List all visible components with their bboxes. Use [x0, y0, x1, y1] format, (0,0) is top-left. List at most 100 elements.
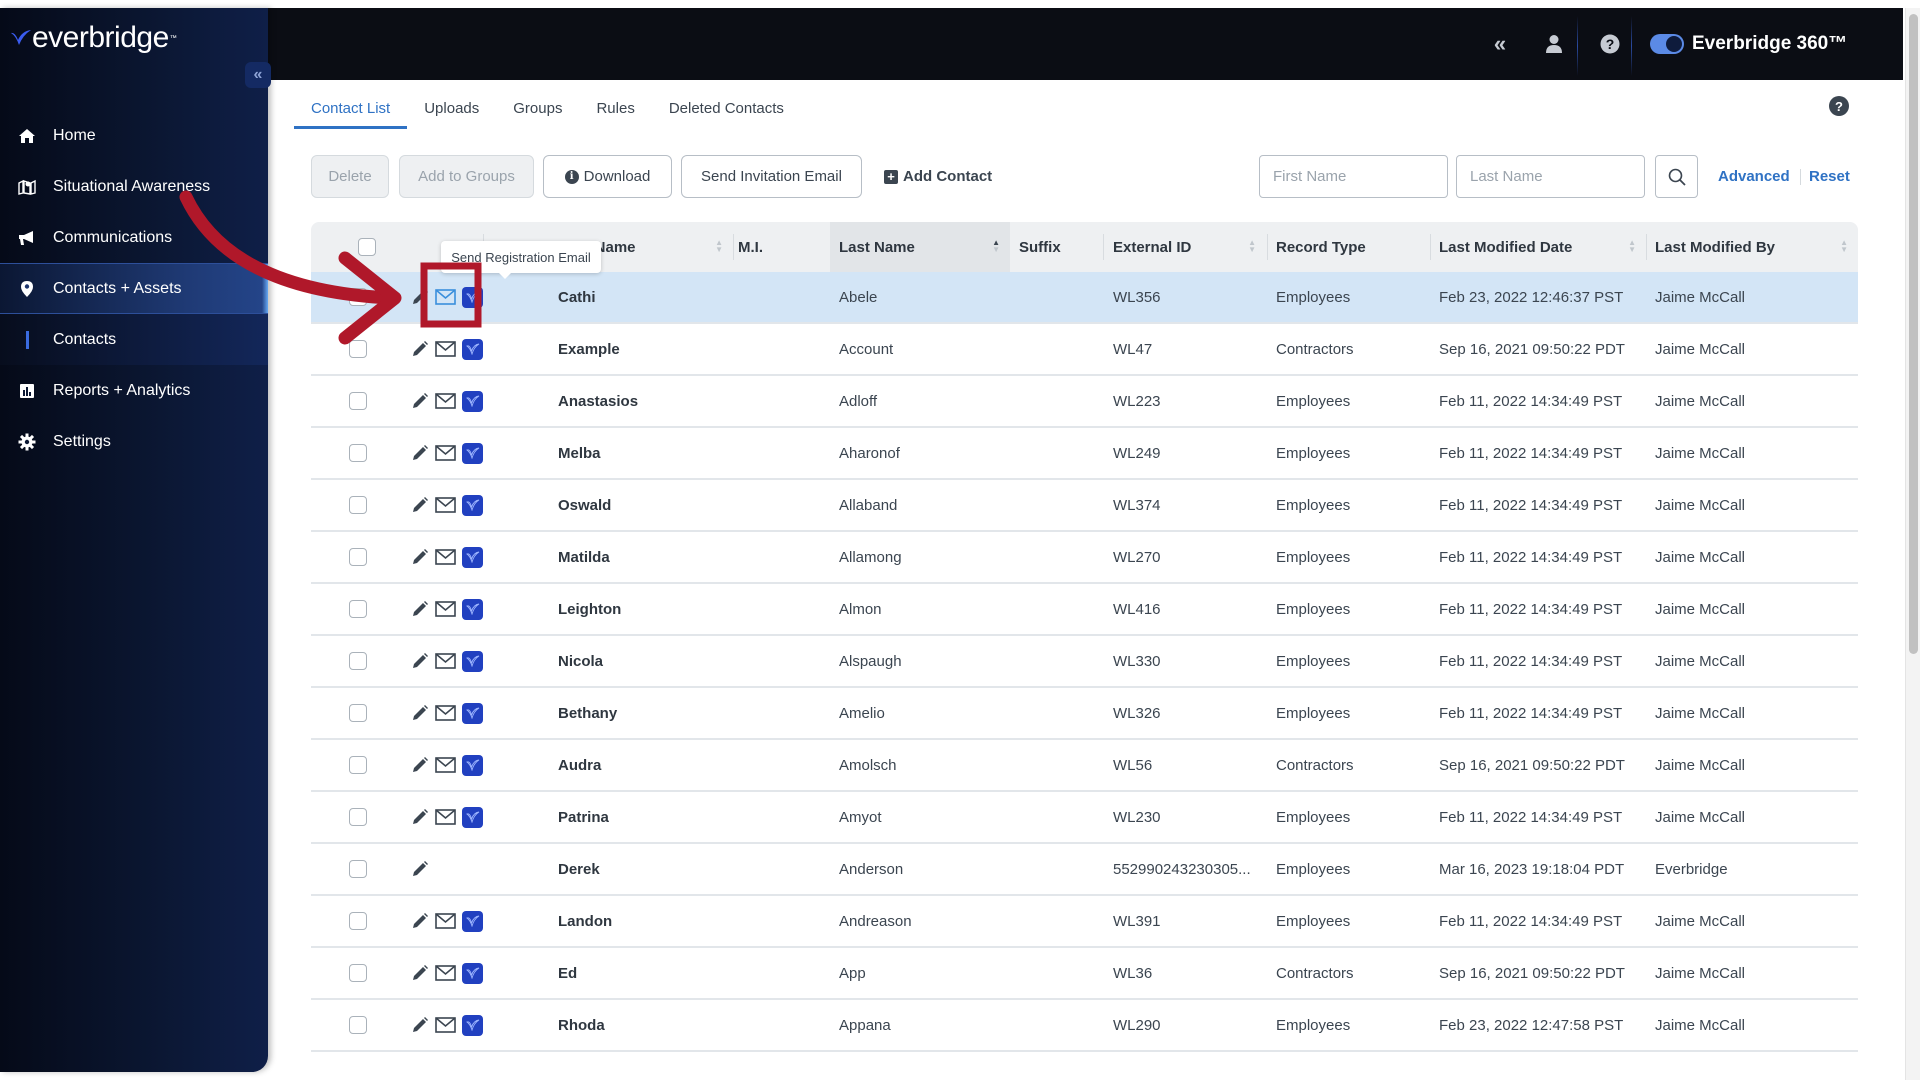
mail-icon[interactable]	[435, 341, 456, 357]
table-row[interactable]: Bethany Amelio WL326 Employees Feb 11, 2022 …	[311, 688, 1858, 740]
scrollbar-thumb[interactable]	[1909, 14, 1918, 654]
everbridge-logo[interactable]: everbridge ™	[10, 18, 177, 58]
table-row[interactable]: Nicola Alspaugh WL330 Employees Feb 11, 2022…	[311, 636, 1858, 688]
everbridge-app-icon[interactable]	[462, 494, 483, 516]
pencil-icon[interactable]	[411, 704, 429, 722]
column-header-record-type[interactable]: Record Type	[1267, 222, 1429, 272]
sidebar-item-settings[interactable]: Settings	[0, 416, 268, 467]
mail-icon[interactable]	[435, 653, 456, 669]
table-row[interactable]: Matilda Allamong WL270 Employees Feb 11, 202…	[311, 532, 1858, 584]
tab-groups[interactable]: Groups	[496, 94, 579, 129]
first-name-cell[interactable]: Matilda	[558, 532, 610, 582]
everbridge-app-icon[interactable]	[462, 546, 483, 568]
sidebar-item-contacts-assets[interactable]: Contacts + Assets	[0, 263, 268, 314]
row-checkbox[interactable]	[349, 1016, 367, 1034]
mail-icon[interactable]	[435, 393, 456, 409]
pencil-icon[interactable]	[411, 392, 429, 410]
pencil-icon[interactable]	[411, 1016, 429, 1034]
row-checkbox[interactable]	[349, 912, 367, 930]
tab-deleted-contacts[interactable]: Deleted Contacts	[652, 94, 801, 129]
first-name-cell[interactable]: Patrina	[558, 792, 609, 842]
row-checkbox[interactable]	[349, 288, 367, 306]
everbridge-app-icon[interactable]	[462, 702, 483, 724]
toggle-switch[interactable]	[1650, 34, 1684, 54]
everbridge-360-toggle[interactable]: Everbridge 360™	[1650, 8, 1910, 80]
first-name-cell[interactable]: Oswald	[558, 480, 611, 530]
row-checkbox[interactable]	[349, 496, 367, 514]
everbridge-app-icon[interactable]	[462, 806, 483, 828]
last-name-input[interactable]	[1456, 155, 1645, 198]
page-help-icon[interactable]: ?	[1829, 96, 1849, 116]
row-checkbox[interactable]	[349, 652, 367, 670]
pencil-icon[interactable]	[411, 600, 429, 618]
pencil-icon[interactable]	[411, 496, 429, 514]
download-button[interactable]: i Download	[543, 155, 672, 198]
table-row[interactable]: Rhoda Appana WL290 Employees Feb 23, 2022 12…	[311, 1000, 1858, 1052]
pencil-icon[interactable]	[411, 652, 429, 670]
send-invitation-email-button[interactable]: Send Invitation Email	[681, 155, 862, 198]
row-checkbox[interactable]	[349, 444, 367, 462]
add-contact-button[interactable]: + Add Contact	[884, 155, 992, 198]
table-row[interactable]: Landon Andreason WL391 Employees Feb 11, 202…	[311, 896, 1858, 948]
pencil-icon[interactable]	[411, 860, 429, 878]
row-checkbox[interactable]	[349, 964, 367, 982]
pencil-icon[interactable]	[411, 444, 429, 462]
table-row[interactable]: Derek Anderson 552990243230305... Employees…	[311, 844, 1858, 896]
row-checkbox[interactable]	[349, 756, 367, 774]
pencil-icon[interactable]	[411, 912, 429, 930]
row-checkbox[interactable]	[349, 392, 367, 410]
mail-icon[interactable]	[435, 497, 456, 513]
reset-link[interactable]: Reset	[1809, 155, 1850, 198]
pencil-icon[interactable]	[411, 548, 429, 566]
everbridge-app-icon[interactable]	[462, 338, 483, 360]
first-name-cell[interactable]: Anastasios	[558, 376, 638, 426]
everbridge-app-icon[interactable]	[462, 754, 483, 776]
first-name-input[interactable]	[1259, 155, 1448, 198]
page-scrollbar[interactable]	[1905, 8, 1920, 1080]
column-header-last-modified-by[interactable]: Last Modified By ▲ ▼	[1646, 222, 1858, 272]
everbridge-app-icon[interactable]	[462, 1014, 483, 1036]
table-row[interactable]: Melba Aharonof WL249 Employees Feb 11, 2022 …	[311, 428, 1858, 480]
first-name-cell[interactable]: Audra	[558, 740, 601, 790]
column-header-last-modified-date[interactable]: Last Modified Date ▲ ▼	[1430, 222, 1646, 272]
column-header-external-id[interactable]: External ID ▲ ▼	[1104, 222, 1266, 272]
collapse-sidebar-button[interactable]: «	[245, 62, 271, 88]
row-checkbox[interactable]	[349, 808, 367, 826]
tab-contact-list[interactable]: Contact List	[294, 94, 408, 129]
mail-icon[interactable]	[435, 445, 456, 461]
first-name-cell[interactable]: Bethany	[558, 688, 617, 738]
collapse-header-button[interactable]: «	[1480, 8, 1520, 80]
select-all-checkbox[interactable]	[358, 238, 376, 256]
mail-icon[interactable]	[435, 289, 456, 305]
table-row[interactable]: Cathi Abele WL356 Employees Feb 23, 2022 12:…	[311, 272, 1858, 324]
column-header-mi[interactable]: M.I.	[729, 222, 829, 272]
mail-icon[interactable]	[435, 549, 456, 565]
mail-icon[interactable]	[435, 601, 456, 617]
first-name-cell[interactable]: Landon	[558, 896, 612, 946]
everbridge-app-icon[interactable]	[462, 910, 483, 932]
help-button[interactable]: ?	[1590, 8, 1630, 80]
table-row[interactable]: Ed App WL36 Contractors Sep 16, 2021 09:50:2…	[311, 948, 1858, 1000]
pencil-icon[interactable]	[411, 808, 429, 826]
pencil-icon[interactable]	[411, 340, 429, 358]
first-name-cell[interactable]: Rhoda	[558, 1000, 605, 1050]
advanced-search-link[interactable]: Advanced	[1718, 155, 1790, 198]
first-name-cell[interactable]: Ed	[558, 948, 577, 998]
everbridge-app-icon[interactable]	[462, 650, 483, 672]
table-row[interactable]: Oswald Allaband WL374 Employees Feb 11, 2022…	[311, 480, 1858, 532]
table-row[interactable]: Example Account WL47 Contractors Sep 16, 202…	[311, 324, 1858, 376]
sidebar-item-situational-awareness[interactable]: Situational Awareness	[0, 161, 268, 212]
everbridge-app-icon[interactable]	[462, 962, 483, 984]
sidebar-item-communications[interactable]: Communications	[0, 212, 268, 263]
first-name-cell[interactable]: Melba	[558, 428, 601, 478]
add-to-groups-button[interactable]: Add to Groups	[399, 155, 534, 198]
sidebar-subitem-contacts[interactable]: Contacts	[0, 314, 268, 365]
tab-rules[interactable]: Rules	[579, 94, 651, 129]
sidebar-item-home[interactable]: Home	[0, 110, 268, 161]
first-name-cell[interactable]: Leighton	[558, 584, 621, 634]
user-menu-button[interactable]	[1534, 8, 1574, 80]
pencil-icon[interactable]	[411, 964, 429, 982]
mail-icon[interactable]	[435, 1017, 456, 1033]
row-checkbox[interactable]	[349, 548, 367, 566]
table-row[interactable]: Leighton Almon WL416 Employees Feb 11, 2022 …	[311, 584, 1858, 636]
